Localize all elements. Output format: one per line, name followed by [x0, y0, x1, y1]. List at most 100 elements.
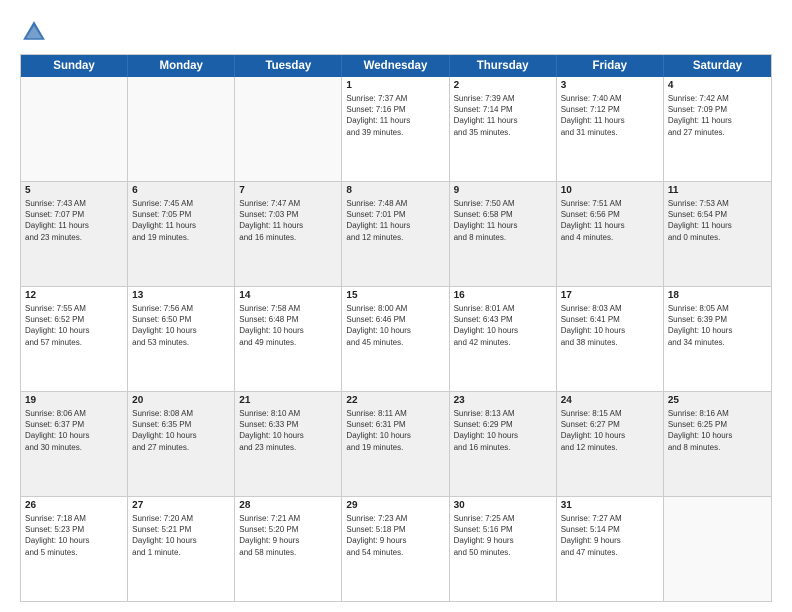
page: SundayMondayTuesdayWednesdayThursdayFrid… — [0, 0, 792, 612]
day-number: 23 — [454, 395, 552, 406]
day-info: Sunrise: 7:39 AMSunset: 7:14 PMDaylight:… — [454, 93, 552, 138]
calendar-cell — [235, 77, 342, 181]
day-info: Sunrise: 8:13 AMSunset: 6:29 PMDaylight:… — [454, 408, 552, 453]
calendar-cell: 16 Sunrise: 8:01 AMSunset: 6:43 PMDayligh… — [450, 287, 557, 391]
day-number: 17 — [561, 290, 659, 301]
day-info: Sunrise: 8:05 AMSunset: 6:39 PMDaylight:… — [668, 303, 767, 348]
header-day-sunday: Sunday — [21, 55, 128, 77]
calendar-cell: 14 Sunrise: 7:58 AMSunset: 6:48 PMDayligh… — [235, 287, 342, 391]
week-row-5: 26 Sunrise: 7:18 AMSunset: 5:23 PMDayligh… — [21, 497, 771, 601]
day-info: Sunrise: 7:40 AMSunset: 7:12 PMDaylight:… — [561, 93, 659, 138]
header-day-wednesday: Wednesday — [342, 55, 449, 77]
calendar-cell: 26 Sunrise: 7:18 AMSunset: 5:23 PMDayligh… — [21, 497, 128, 601]
day-number: 29 — [346, 500, 444, 511]
calendar-cell: 15 Sunrise: 8:00 AMSunset: 6:46 PMDayligh… — [342, 287, 449, 391]
day-info: Sunrise: 7:25 AMSunset: 5:16 PMDaylight:… — [454, 513, 552, 558]
calendar-cell: 13 Sunrise: 7:56 AMSunset: 6:50 PMDayligh… — [128, 287, 235, 391]
calendar-cell: 2Sunrise: 7:39 AMSunset: 7:14 PMDaylight… — [450, 77, 557, 181]
calendar-cell: 22 Sunrise: 8:11 AMSunset: 6:31 PMDayligh… — [342, 392, 449, 496]
day-number: 16 — [454, 290, 552, 301]
day-info: Sunrise: 7:20 AMSunset: 5:21 PMDaylight:… — [132, 513, 230, 558]
calendar-cell: 25 Sunrise: 8:16 AMSunset: 6:25 PMDayligh… — [664, 392, 771, 496]
week-row-1: 1 Sunrise: 7:37 AMSunset: 7:16 PMDaylight… — [21, 77, 771, 182]
day-number: 1 — [346, 80, 444, 91]
day-number: 18 — [668, 290, 767, 301]
day-info: Sunrise: 7:21 AMSunset: 5:20 PMDaylight:… — [239, 513, 337, 558]
header-day-tuesday: Tuesday — [235, 55, 342, 77]
day-number: 12 — [25, 290, 123, 301]
day-number: 22 — [346, 395, 444, 406]
week-row-4: 19 Sunrise: 8:06 AMSunset: 6:37 PMDayligh… — [21, 392, 771, 497]
calendar-cell: 23 Sunrise: 8:13 AMSunset: 6:29 PMDayligh… — [450, 392, 557, 496]
day-number: 15 — [346, 290, 444, 301]
calendar-cell: 17 Sunrise: 8:03 AMSunset: 6:41 PMDayligh… — [557, 287, 664, 391]
day-info: Sunrise: 7:42 AMSunset: 7:09 PMDaylight:… — [668, 93, 767, 138]
day-number: 25 — [668, 395, 767, 406]
week-row-2: 5Sunrise: 7:43 AMSunset: 7:07 PMDaylight… — [21, 182, 771, 287]
day-info: Sunrise: 7:43 AMSunset: 7:07 PMDaylight:… — [25, 198, 123, 243]
day-info: Sunrise: 7:50 AMSunset: 6:58 PMDaylight:… — [454, 198, 552, 243]
week-row-3: 12Sunrise: 7:55 AMSunset: 6:52 PMDayligh… — [21, 287, 771, 392]
day-info: Sunrise: 7:48 AMSunset: 7:01 PMDaylight:… — [346, 198, 444, 243]
header-day-thursday: Thursday — [450, 55, 557, 77]
day-number: 28 — [239, 500, 337, 511]
day-number: 11 — [668, 185, 767, 196]
calendar-cell — [664, 497, 771, 601]
day-number: 4 — [668, 80, 767, 91]
day-info: Sunrise: 8:11 AMSunset: 6:31 PMDaylight:… — [346, 408, 444, 453]
day-number: 31 — [561, 500, 659, 511]
calendar-cell: 9 Sunrise: 7:50 AMSunset: 6:58 PMDaylight… — [450, 182, 557, 286]
day-info: Sunrise: 7:18 AMSunset: 5:23 PMDaylight:… — [25, 513, 123, 558]
calendar-cell: 18 Sunrise: 8:05 AMSunset: 6:39 PMDayligh… — [664, 287, 771, 391]
day-number: 20 — [132, 395, 230, 406]
day-number: 30 — [454, 500, 552, 511]
day-info: Sunrise: 8:03 AMSunset: 6:41 PMDaylight:… — [561, 303, 659, 348]
calendar-cell: 1 Sunrise: 7:37 AMSunset: 7:16 PMDaylight… — [342, 77, 449, 181]
day-info: Sunrise: 7:53 AMSunset: 6:54 PMDaylight:… — [668, 198, 767, 243]
calendar-cell: 3 Sunrise: 7:40 AMSunset: 7:12 PMDaylight… — [557, 77, 664, 181]
calendar-cell: 4 Sunrise: 7:42 AMSunset: 7:09 PMDaylight… — [664, 77, 771, 181]
day-info: Sunrise: 8:16 AMSunset: 6:25 PMDaylight:… — [668, 408, 767, 453]
calendar-cell: 31 Sunrise: 7:27 AMSunset: 5:14 PMDayligh… — [557, 497, 664, 601]
day-number: 19 — [25, 395, 123, 406]
header — [20, 18, 772, 46]
calendar-cell: 5Sunrise: 7:43 AMSunset: 7:07 PMDaylight… — [21, 182, 128, 286]
day-info: Sunrise: 7:45 AMSunset: 7:05 PMDaylight:… — [132, 198, 230, 243]
day-info: Sunrise: 7:23 AMSunset: 5:18 PMDaylight:… — [346, 513, 444, 558]
day-info: Sunrise: 8:01 AMSunset: 6:43 PMDaylight:… — [454, 303, 552, 348]
calendar-cell: 20 Sunrise: 8:08 AMSunset: 6:35 PMDayligh… — [128, 392, 235, 496]
day-info: Sunrise: 8:10 AMSunset: 6:33 PMDaylight:… — [239, 408, 337, 453]
day-info: Sunrise: 7:51 AMSunset: 6:56 PMDaylight:… — [561, 198, 659, 243]
day-number: 3 — [561, 80, 659, 91]
day-info: Sunrise: 7:58 AMSunset: 6:48 PMDaylight:… — [239, 303, 337, 348]
calendar-cell: 27Sunrise: 7:20 AMSunset: 5:21 PMDayligh… — [128, 497, 235, 601]
calendar-cell: 6 Sunrise: 7:45 AMSunset: 7:05 PMDaylight… — [128, 182, 235, 286]
calendar-header: SundayMondayTuesdayWednesdayThursdayFrid… — [21, 55, 771, 77]
day-number: 8 — [346, 185, 444, 196]
day-info: Sunrise: 7:56 AMSunset: 6:50 PMDaylight:… — [132, 303, 230, 348]
day-info: Sunrise: 8:00 AMSunset: 6:46 PMDaylight:… — [346, 303, 444, 348]
day-info: Sunrise: 8:06 AMSunset: 6:37 PMDaylight:… — [25, 408, 123, 453]
day-number: 13 — [132, 290, 230, 301]
calendar-cell: 11 Sunrise: 7:53 AMSunset: 6:54 PMDayligh… — [664, 182, 771, 286]
day-info: Sunrise: 7:37 AMSunset: 7:16 PMDaylight:… — [346, 93, 444, 138]
day-info: Sunrise: 8:08 AMSunset: 6:35 PMDaylight:… — [132, 408, 230, 453]
day-number: 9 — [454, 185, 552, 196]
day-number: 14 — [239, 290, 337, 301]
day-number: 26 — [25, 500, 123, 511]
calendar-cell: 12Sunrise: 7:55 AMSunset: 6:52 PMDayligh… — [21, 287, 128, 391]
day-info: Sunrise: 7:27 AMSunset: 5:14 PMDaylight:… — [561, 513, 659, 558]
header-day-saturday: Saturday — [664, 55, 771, 77]
calendar-cell: 21Sunrise: 8:10 AMSunset: 6:33 PMDayligh… — [235, 392, 342, 496]
day-number: 24 — [561, 395, 659, 406]
header-day-monday: Monday — [128, 55, 235, 77]
calendar-cell: 7Sunrise: 7:47 AMSunset: 7:03 PMDaylight… — [235, 182, 342, 286]
calendar-cell: 19 Sunrise: 8:06 AMSunset: 6:37 PMDayligh… — [21, 392, 128, 496]
day-number: 6 — [132, 185, 230, 196]
header-day-friday: Friday — [557, 55, 664, 77]
calendar-body: 1 Sunrise: 7:37 AMSunset: 7:16 PMDaylight… — [21, 77, 771, 601]
calendar-cell: 28 Sunrise: 7:21 AMSunset: 5:20 PMDayligh… — [235, 497, 342, 601]
calendar-cell: 29 Sunrise: 7:23 AMSunset: 5:18 PMDayligh… — [342, 497, 449, 601]
calendar-cell: 24 Sunrise: 8:15 AMSunset: 6:27 PMDayligh… — [557, 392, 664, 496]
day-info: Sunrise: 8:15 AMSunset: 6:27 PMDaylight:… — [561, 408, 659, 453]
